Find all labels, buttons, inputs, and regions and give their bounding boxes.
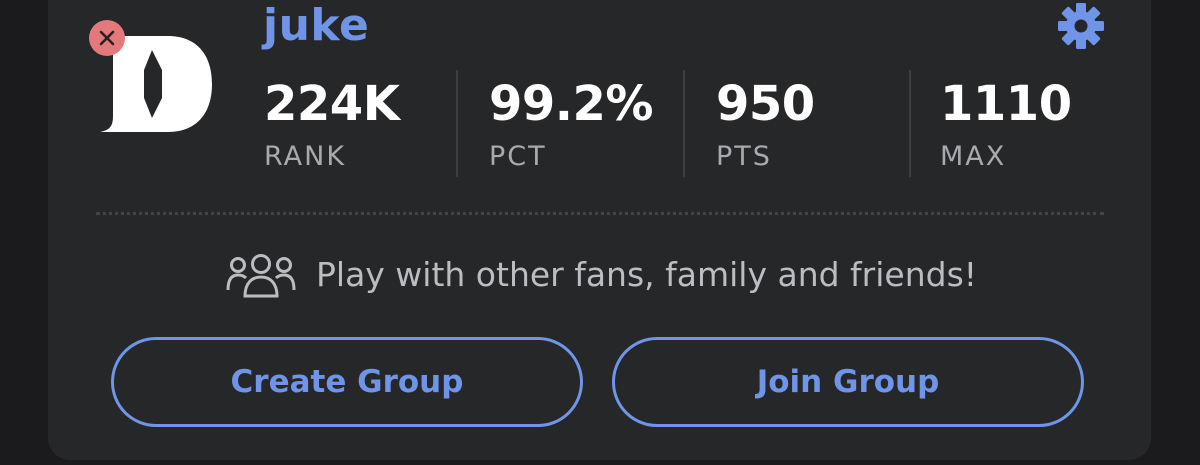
stat-max-label: MAX [940, 141, 1007, 172]
stat-rank: 224K RANK [264, 76, 400, 174]
group-icon [226, 254, 296, 298]
gear-icon[interactable] [1056, 1, 1106, 51]
stat-divider [456, 70, 458, 177]
stat-max-value: 1110 [940, 76, 1072, 132]
stat-rank-label: RANK [264, 141, 347, 172]
username: juke [263, 0, 370, 51]
stat-pts-value: 950 [716, 76, 815, 132]
stat-rank-value: 224K [264, 76, 400, 132]
stat-pct-label: PCT [489, 141, 547, 172]
stat-pts-label: PTS [716, 141, 772, 172]
remove-button[interactable] [89, 20, 125, 56]
group-invite-prompt: Play with other fans, family and friends… [226, 250, 977, 300]
group-invite-text: Play with other fans, family and friends… [316, 255, 977, 294]
section-divider [96, 212, 1104, 215]
stat-pct-value: 99.2% [489, 76, 654, 132]
stat-pts: 950 PTS [716, 76, 815, 174]
stat-pct: 99.2% PCT [489, 76, 654, 174]
create-group-button[interactable]: Create Group [111, 337, 583, 427]
stat-max: 1110 MAX [940, 76, 1072, 174]
close-icon [99, 30, 115, 46]
join-group-button[interactable]: Join Group [612, 337, 1084, 427]
stat-divider [909, 70, 911, 177]
stat-divider [683, 70, 685, 177]
